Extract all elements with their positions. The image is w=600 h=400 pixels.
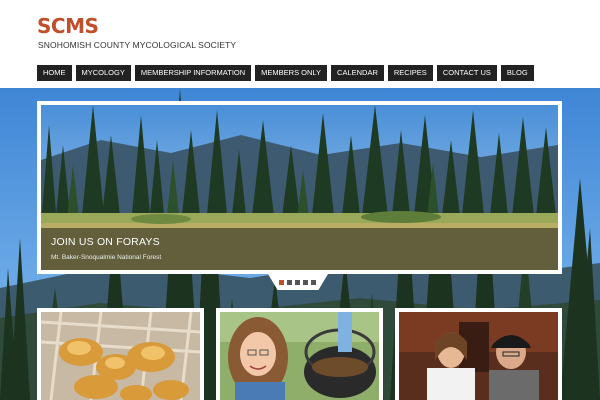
slide-subtitle: Mt. Baker-Snoqualmie National Forest <box>51 254 162 261</box>
site-logo[interactable]: SCMS <box>37 14 99 38</box>
site-header: SCMS SNOHOMISH COUNTY MYCOLOGICAL SOCIET… <box>0 0 600 88</box>
mushroom-basket-image[interactable] <box>41 312 200 400</box>
nav-item-home[interactable]: HOME <box>37 65 72 81</box>
hero-slider[interactable]: JOIN US ON FORAYS Mt. Baker-Snoqualmie N… <box>37 101 562 274</box>
nav-item-recipes[interactable]: RECIPES <box>387 65 433 81</box>
slider-dot-1[interactable] <box>279 280 284 285</box>
feature-card-girl[interactable] <box>216 308 383 400</box>
nav-item-blog[interactable]: BLOG <box>500 65 534 81</box>
nav-item-members-only[interactable]: MEMBERS ONLY <box>255 65 328 81</box>
slide-title[interactable]: JOIN US ON FORAYS <box>51 236 548 248</box>
slider-pager <box>279 280 316 285</box>
slider-dot-5[interactable] <box>311 280 316 285</box>
feature-card-mushrooms[interactable] <box>37 308 204 400</box>
nav-item-mycology[interactable]: MYCOLOGY <box>75 65 131 81</box>
slider-dot-4[interactable] <box>303 280 308 285</box>
slide-meadow-image[interactable]: JOIN US ON FORAYS Mt. Baker-Snoqualmie N… <box>41 105 558 270</box>
site-tagline: SNOHOMISH COUNTY MYCOLOGICAL SOCIETY <box>38 40 237 50</box>
members-photo-image[interactable] <box>399 312 558 400</box>
nav-item-calendar[interactable]: CALENDAR <box>331 65 384 81</box>
girl-with-basket-image[interactable] <box>220 312 379 400</box>
slider-dot-2[interactable] <box>287 280 292 285</box>
main-nav: HOME MYCOLOGY MEMBERSHIP INFORMATION MEM… <box>37 65 534 81</box>
slider-dot-3[interactable] <box>295 280 300 285</box>
slide-caption: JOIN US ON FORAYS Mt. Baker-Snoqualmie N… <box>41 228 558 270</box>
feature-card-members[interactable] <box>395 308 562 400</box>
nav-item-membership-information[interactable]: MEMBERSHIP INFORMATION <box>134 65 252 81</box>
nav-item-contact-us[interactable]: CONTACT US <box>436 65 497 81</box>
